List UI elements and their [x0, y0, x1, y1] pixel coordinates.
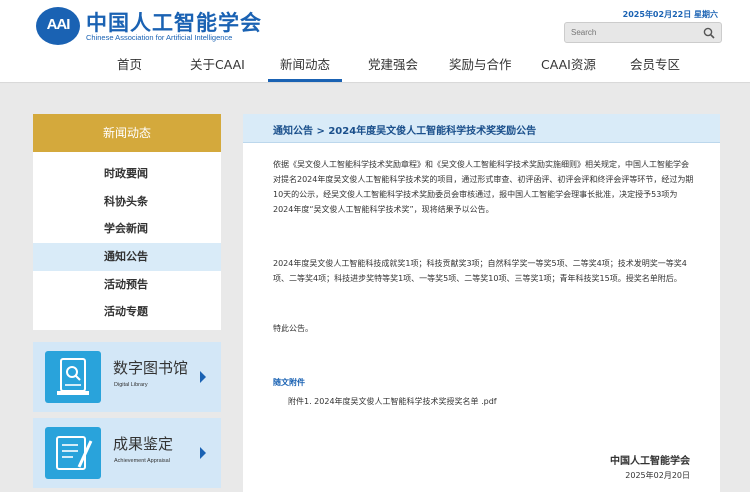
sidebar-item-cast-headlines[interactable]: 科协头条: [33, 188, 221, 216]
certificate-icon: [45, 427, 101, 479]
nav-active-indicator: [268, 79, 342, 82]
logo-mark-text: AAI: [46, 16, 71, 33]
attachment-label: 随文附件: [273, 378, 305, 387]
nav-item-party[interactable]: 党建强会: [368, 54, 418, 73]
chevron-right-icon: [200, 447, 206, 459]
article-paragraph: 2024年度吴文俊人工智能科技成就奖1项；科技贡献奖3项；自然科学奖一等奖5项、…: [273, 259, 687, 283]
nav-item-members[interactable]: 会员专区: [630, 54, 680, 73]
current-date: 2025年02月22日 星期六: [622, 10, 718, 19]
signature-date: 2025年02月20日: [625, 471, 690, 480]
site-header: AAI 中国人工智能学会 Chinese Association for Art…: [0, 0, 750, 83]
search-input[interactable]: [571, 25, 691, 40]
breadcrumb[interactable]: 通知公告 > 2024年度吴文俊人工智能科学技术奖奖励公告: [273, 122, 536, 137]
caai-logo[interactable]: AAI: [36, 7, 80, 45]
org-name-en: Chinese Association for Artificial Intel…: [86, 33, 233, 42]
sidebar-item-event-preview[interactable]: 活动预告: [33, 271, 221, 299]
article-panel: 通知公告 > 2024年度吴文俊人工智能科学技术奖奖励公告 依据《吴文俊人工智能…: [243, 114, 720, 492]
sidebar-title: 新闻动态: [33, 114, 221, 152]
digital-library-card[interactable]: 数字图书馆 Digital Library: [33, 342, 221, 412]
nav-item-home[interactable]: 首页: [117, 54, 142, 73]
article-header: 通知公告 > 2024年度吴文俊人工智能科学技术奖奖励公告: [243, 114, 720, 143]
main-nav: 首页 关于CAAI 新闻动态 党建强会 奖励与合作 CAAI资源 会员专区: [0, 52, 750, 82]
chevron-right-icon: [200, 371, 206, 383]
nav-item-news[interactable]: 新闻动态: [280, 54, 330, 73]
card-title: 成果鉴定: [113, 435, 174, 453]
nav-item-resources[interactable]: CAAI资源: [541, 54, 596, 73]
sidebar-item-event-topics[interactable]: 活动专题: [33, 298, 221, 326]
sidebar-item-announcements[interactable]: 通知公告: [33, 243, 221, 271]
card-subtitle: Achievement Appraisal: [114, 458, 170, 464]
achievement-appraisal-card[interactable]: 成果鉴定 Achievement Appraisal: [33, 418, 221, 488]
article-paragraph: 依据《吴文俊人工智能科学技术奖励章程》和《吴文俊人工智能科学技术奖励实施细则》相…: [273, 160, 694, 214]
sidebar-item-politics[interactable]: 时政要闻: [33, 160, 221, 188]
sidebar-menu: 时政要闻 科协头条 学会新闻 通知公告 活动预告 活动专题: [33, 152, 221, 330]
article-paragraph: 特此公告。: [273, 324, 313, 333]
card-title: 数字图书馆: [113, 359, 189, 377]
sidebar-item-society-news[interactable]: 学会新闻: [33, 215, 221, 243]
card-subtitle: Digital Library: [114, 382, 148, 388]
search-box: [564, 22, 722, 43]
library-icon: [45, 351, 101, 403]
signature-org: 中国人工智能学会: [610, 456, 690, 467]
search-icon[interactable]: [703, 27, 715, 39]
nav-item-about[interactable]: 关于CAAI: [190, 54, 245, 73]
attachment-link[interactable]: 附件1. 2024年度吴文俊人工智能科学技术奖授奖名单 .pdf: [288, 396, 497, 407]
nav-item-awards[interactable]: 奖励与合作: [449, 54, 512, 73]
